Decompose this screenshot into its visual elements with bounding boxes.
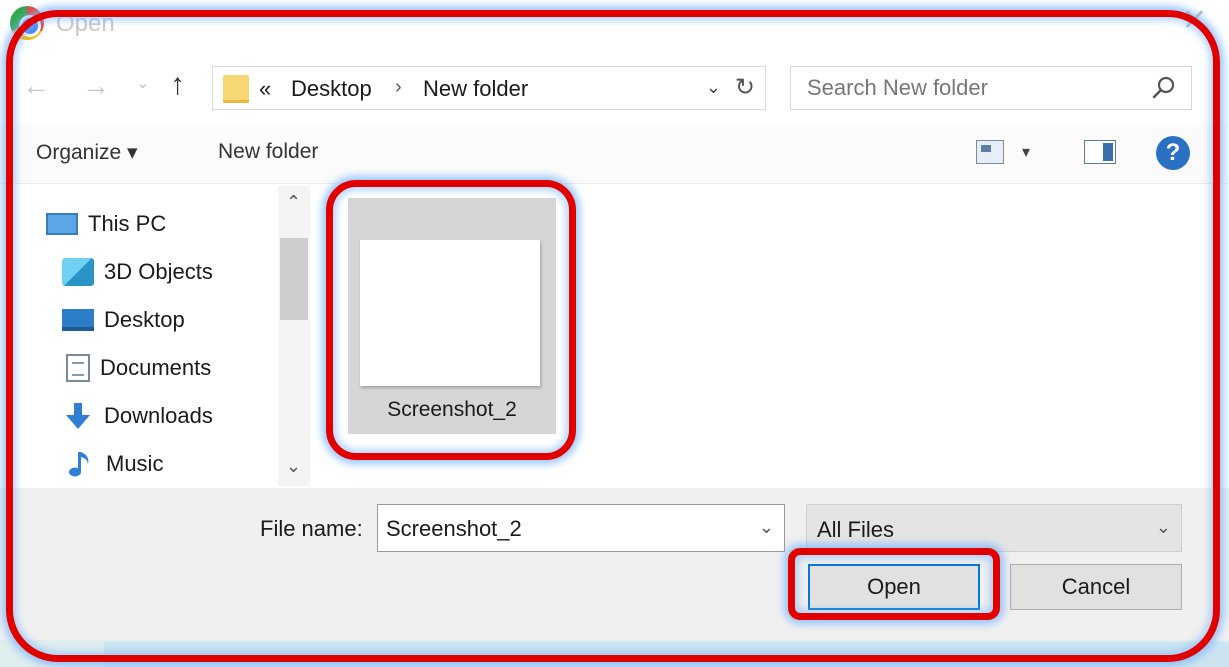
scroll-up-icon[interactable]: ⌃ <box>286 192 301 213</box>
navigation-bar: ← → ⌄ ↑ « Desktop › New folder ⌄ ↻ <box>0 62 1229 114</box>
sidebar-item-label: Downloads <box>104 403 213 428</box>
forward-button[interactable]: → <box>82 72 110 100</box>
sidebar-item-label: Desktop <box>104 307 185 332</box>
address-bar[interactable]: « Desktop › New folder ⌄ ↻ <box>212 66 766 110</box>
sidebar-item-3d-objects[interactable]: 3D Objects <box>62 252 213 292</box>
view-options-dropdown-icon[interactable]: ▾ <box>1022 142 1030 162</box>
open-file-dialog: Open ✕ ← → ⌄ ↑ « Desktop › New folder ⌄ … <box>0 0 1229 640</box>
download-arrow-icon <box>66 403 90 429</box>
desktop-icon <box>62 309 94 331</box>
dialog-footer: File name: ⌄ All Files ⌄ Open Cancel <box>0 488 1229 640</box>
file-name-combobox[interactable]: ⌄ <box>377 504 785 552</box>
recent-locations-button[interactable]: ⌄ <box>136 76 149 92</box>
sidebar-item-label: 3D Objects <box>104 259 213 284</box>
file-type-select[interactable]: All Files ⌄ <box>806 504 1182 552</box>
breadcrumb-desktop[interactable]: Desktop <box>291 76 372 102</box>
file-name-dropdown-icon[interactable]: ⌄ <box>759 517 774 538</box>
breadcrumb-overflow[interactable]: « <box>259 76 271 102</box>
organize-button[interactable]: Organize ▾ <box>36 140 138 165</box>
search-box[interactable] <box>790 66 1192 110</box>
file-list: Screenshot_2 <box>314 186 1229 486</box>
search-icon[interactable] <box>1151 75 1177 101</box>
back-button[interactable]: ← <box>22 72 50 100</box>
file-thumbnail <box>360 240 540 386</box>
sidebar-item-label: This PC <box>88 211 167 236</box>
sidebar-item-downloads[interactable]: Downloads <box>62 396 213 436</box>
chrome-icon <box>10 6 44 40</box>
folder-icon <box>223 75 249 103</box>
sidebar-item-desktop[interactable]: Desktop <box>62 300 185 340</box>
change-view-icon[interactable] <box>976 140 1004 164</box>
up-button[interactable]: ↑ <box>170 70 185 100</box>
close-button[interactable]: ✕ <box>1182 6 1207 36</box>
sidebar-scrollbar[interactable]: ⌃ ⌄ <box>278 186 310 486</box>
background-window <box>0 640 1229 667</box>
file-item-screenshot-2[interactable]: Screenshot_2 <box>348 198 556 434</box>
sidebar-item-music[interactable]: Music <box>64 444 163 484</box>
cancel-button[interactable]: Cancel <box>1010 564 1182 610</box>
navigation-pane: This PC 3D Objects Desktop Documents Dow… <box>0 186 312 486</box>
computer-icon <box>46 213 78 235</box>
breadcrumb-separator[interactable]: › <box>395 76 402 99</box>
sidebar-item-label: Music <box>106 451 164 476</box>
file-name-input[interactable] <box>386 515 746 543</box>
file-name-field-label: File name: <box>260 516 363 541</box>
file-name-label: Screenshot_2 <box>387 398 517 421</box>
scroll-down-icon[interactable]: ⌄ <box>286 456 301 477</box>
music-note-icon <box>69 452 89 477</box>
breadcrumb-new-folder[interactable]: New folder <box>423 76 528 102</box>
search-input[interactable] <box>807 75 1137 101</box>
scroll-thumb[interactable] <box>280 238 308 320</box>
title-bar: Open ✕ <box>0 0 1229 50</box>
refresh-icon[interactable]: ↻ <box>735 73 755 102</box>
dialog-title: Open <box>56 10 115 37</box>
file-type-value: All Files <box>817 517 895 542</box>
command-toolbar: Organize ▾ New folder ▾ ? <box>0 124 1229 184</box>
address-dropdown-icon[interactable]: ⌄ <box>706 77 721 98</box>
open-button[interactable]: Open <box>808 564 980 610</box>
sidebar-item-label: Documents <box>100 355 212 380</box>
new-folder-button[interactable]: New folder <box>218 140 318 164</box>
sidebar-item-documents[interactable]: Documents <box>66 348 211 388</box>
help-icon[interactable]: ? <box>1156 136 1190 170</box>
document-icon <box>66 354 90 382</box>
preview-pane-icon[interactable] <box>1084 140 1116 164</box>
cube-icon <box>62 258 94 286</box>
file-type-dropdown-icon[interactable]: ⌄ <box>1156 517 1171 538</box>
sidebar-item-this-pc[interactable]: This PC <box>46 204 166 244</box>
